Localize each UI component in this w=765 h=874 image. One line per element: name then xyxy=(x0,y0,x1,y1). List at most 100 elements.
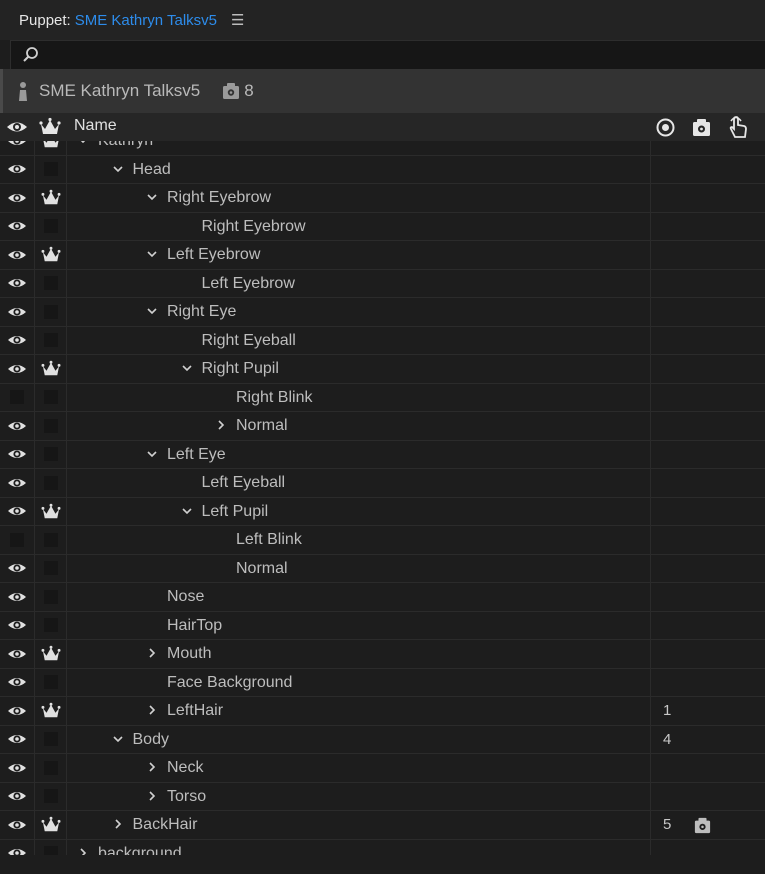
crown-toggle-off[interactable] xyxy=(35,469,67,497)
eye-icon[interactable] xyxy=(0,440,35,468)
eye-icon[interactable] xyxy=(0,668,35,696)
chevron-right-icon[interactable] xyxy=(216,412,228,440)
eye-icon[interactable] xyxy=(0,754,35,782)
tree-row[interactable]: Left Eyeball xyxy=(0,469,765,498)
tree-row[interactable]: Left Eye xyxy=(0,440,765,469)
crown-toggle-off[interactable] xyxy=(35,554,67,582)
chevron-right-icon[interactable] xyxy=(78,840,90,855)
crown-icon[interactable] xyxy=(35,697,67,725)
tree-row[interactable]: Right Eyeball xyxy=(0,326,765,355)
tree-row[interactable]: Left Eyebrow xyxy=(0,269,765,298)
crown-icon[interactable] xyxy=(35,355,67,383)
eye-icon[interactable] xyxy=(0,497,35,525)
tree-row[interactable]: Head xyxy=(0,155,765,184)
eye-icon[interactable] xyxy=(0,155,35,183)
visibility-toggle-off[interactable] xyxy=(0,526,35,554)
crown-toggle-off[interactable] xyxy=(35,668,67,696)
tree-row[interactable]: Left Blink xyxy=(0,526,765,555)
crown-toggle-off[interactable] xyxy=(35,611,67,639)
tree-row[interactable]: Kathryn xyxy=(0,141,765,156)
tree-row[interactable]: Normal xyxy=(0,554,765,583)
chevron-down-icon[interactable] xyxy=(78,141,90,155)
hamburger-menu-icon[interactable]: ☰ xyxy=(231,11,244,29)
visibility-toggle-off[interactable] xyxy=(0,383,35,411)
crown-icon[interactable] xyxy=(35,141,67,155)
chevron-down-icon[interactable] xyxy=(112,156,125,184)
name-column-header[interactable]: Name xyxy=(74,117,117,135)
eye-icon[interactable] xyxy=(0,554,35,582)
crown-toggle-off[interactable] xyxy=(35,782,67,810)
tree-row[interactable]: Right Blink xyxy=(0,383,765,412)
camera-icon[interactable] xyxy=(692,118,711,137)
eye-icon[interactable] xyxy=(0,141,35,155)
chevron-down-icon[interactable] xyxy=(147,241,159,269)
eye-icon[interactable] xyxy=(0,725,35,753)
eye-icon[interactable] xyxy=(0,241,35,269)
eye-icon[interactable] xyxy=(6,118,28,136)
chevron-right-icon[interactable] xyxy=(147,640,159,668)
eye-icon[interactable] xyxy=(0,412,35,440)
chevron-right-icon[interactable] xyxy=(147,697,159,725)
crown-toggle-off[interactable] xyxy=(35,383,67,411)
crown-toggle-off[interactable] xyxy=(35,725,67,753)
tree-row[interactable]: Normal xyxy=(0,412,765,441)
eye-icon[interactable] xyxy=(0,469,35,497)
tree-row[interactable]: Right Eyebrow xyxy=(0,184,765,213)
crown-icon[interactable] xyxy=(35,184,67,212)
crown-toggle-off[interactable] xyxy=(35,583,67,611)
crown-toggle-off[interactable] xyxy=(35,326,67,354)
tree-row[interactable]: Left Eyebrow xyxy=(0,241,765,270)
chevron-down-icon[interactable] xyxy=(147,298,159,326)
chevron-right-icon[interactable] xyxy=(147,783,159,811)
tree-row[interactable]: Left Pupil xyxy=(0,497,765,526)
hand-icon[interactable] xyxy=(727,115,749,139)
eye-icon[interactable] xyxy=(0,640,35,668)
crown-icon[interactable] xyxy=(35,811,67,839)
crown-toggle-off[interactable] xyxy=(35,412,67,440)
eye-icon[interactable] xyxy=(0,839,35,855)
eye-icon[interactable] xyxy=(0,298,35,326)
crown-toggle-off[interactable] xyxy=(35,440,67,468)
chevron-down-icon[interactable] xyxy=(181,498,194,526)
tree-row[interactable]: BackHair 5 xyxy=(0,811,765,840)
eye-icon[interactable] xyxy=(0,269,35,297)
tree-row[interactable]: HairTop xyxy=(0,611,765,640)
puppet-link[interactable]: SME Kathryn Talksv5 xyxy=(75,12,217,29)
crown-toggle-off[interactable] xyxy=(35,212,67,240)
eye-icon[interactable] xyxy=(0,212,35,240)
tree-row[interactable]: Torso xyxy=(0,782,765,811)
tree-row[interactable]: Face Background xyxy=(0,668,765,697)
tree-row[interactable]: Right Pupil xyxy=(0,355,765,384)
eye-icon[interactable] xyxy=(0,811,35,839)
crown-icon[interactable] xyxy=(35,241,67,269)
crown-toggle-off[interactable] xyxy=(35,754,67,782)
tree-row[interactable]: Mouth xyxy=(0,640,765,669)
eye-icon[interactable] xyxy=(0,583,35,611)
crown-toggle-off[interactable] xyxy=(35,298,67,326)
target-icon[interactable] xyxy=(656,118,675,137)
crown-toggle-off[interactable] xyxy=(35,526,67,554)
tree-row[interactable]: background xyxy=(0,839,765,855)
eye-icon[interactable] xyxy=(0,184,35,212)
crown-toggle-off[interactable] xyxy=(35,839,67,855)
chevron-down-icon[interactable] xyxy=(147,441,159,469)
tree-row[interactable]: Nose xyxy=(0,583,765,612)
chevron-right-icon[interactable] xyxy=(147,754,159,782)
eye-icon[interactable] xyxy=(0,355,35,383)
crown-icon[interactable] xyxy=(35,497,67,525)
eye-icon[interactable] xyxy=(0,697,35,725)
tree-row[interactable]: Body 4 xyxy=(0,725,765,754)
tree-row[interactable]: LeftHair 1 xyxy=(0,697,765,726)
crown-toggle-off[interactable] xyxy=(35,155,67,183)
chevron-right-icon[interactable] xyxy=(113,811,125,839)
crown-toggle-off[interactable] xyxy=(35,269,67,297)
tree-row[interactable]: Neck xyxy=(0,754,765,783)
eye-icon[interactable] xyxy=(0,326,35,354)
chevron-down-icon[interactable] xyxy=(147,184,159,212)
search-input[interactable] xyxy=(49,46,753,64)
chevron-down-icon[interactable] xyxy=(112,726,125,754)
eye-icon[interactable] xyxy=(0,782,35,810)
chevron-down-icon[interactable] xyxy=(181,355,194,383)
eye-icon[interactable] xyxy=(0,611,35,639)
crown-icon[interactable] xyxy=(35,640,67,668)
